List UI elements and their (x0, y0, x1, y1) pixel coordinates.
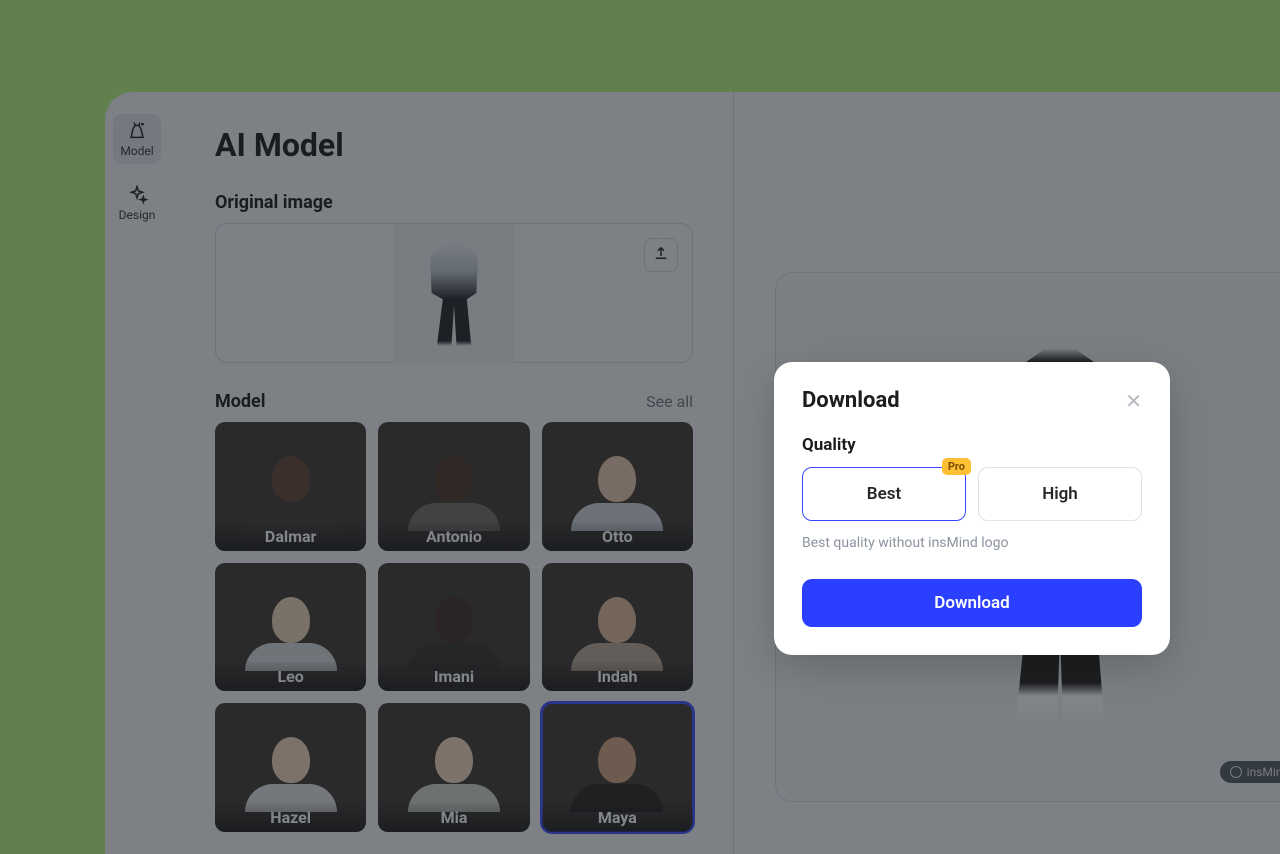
modal-title: Download (802, 388, 900, 413)
close-icon: ✕ (1125, 389, 1142, 413)
pro-badge: Pro (942, 458, 971, 475)
download-modal: Download ✕ Quality Best Pro High Best qu… (774, 362, 1170, 655)
quality-option-high[interactable]: High (978, 467, 1142, 521)
quality-option-label: Best (867, 484, 901, 504)
quality-option-label: High (1042, 484, 1078, 504)
quality-note: Best quality without insMind logo (802, 535, 1142, 551)
download-button[interactable]: Download (802, 579, 1142, 627)
quality-label: Quality (802, 435, 1142, 455)
close-button[interactable]: ✕ (1125, 391, 1142, 411)
quality-option-best[interactable]: Best Pro (802, 467, 966, 521)
